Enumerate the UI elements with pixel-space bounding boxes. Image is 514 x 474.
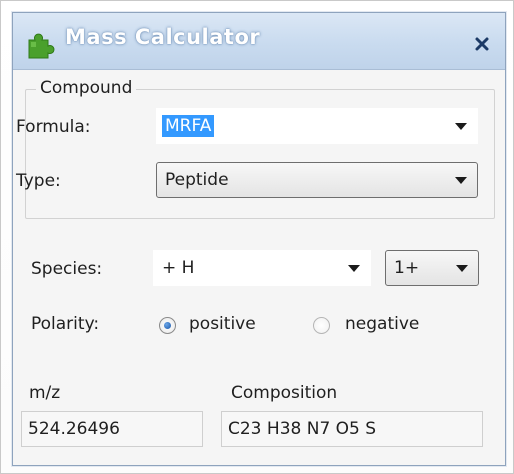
chevron-down-icon[interactable] [455,123,467,130]
positive-radio[interactable] [159,317,176,334]
polarity-label: Polarity: [31,314,100,334]
chevron-down-icon[interactable] [456,265,468,272]
species-value: + H [162,258,195,278]
formula-value[interactable]: MRFA [162,115,215,137]
puzzle-piece-icon [25,30,55,60]
type-value: Peptide [165,170,229,190]
charge-value: 1+ [394,258,420,278]
radio-selected-dot [164,322,171,329]
type-combo[interactable]: Peptide [156,162,478,198]
chevron-down-icon[interactable] [348,265,360,272]
composition-readout[interactable]: C23 H38 N7 O5 S [221,411,483,447]
positive-label[interactable]: positive [189,314,256,334]
formula-label: Formula: [16,117,91,137]
chevron-down-icon[interactable] [455,177,467,184]
charge-combo[interactable]: 1+ [385,250,479,286]
window-title: Mass Calculator [65,25,261,49]
type-label: Type: [16,171,61,191]
negative-radio[interactable] [313,317,330,334]
title-bar[interactable]: Mass Calculator [13,13,505,70]
mz-value: 524.26496 [28,419,120,439]
mass-calculator-window: Mass Calculator Compound Formula: MRFA T… [12,12,506,466]
composition-value: C23 H38 N7 O5 S [228,419,377,439]
close-button[interactable] [471,33,493,55]
species-combo[interactable]: + H [153,250,371,286]
formula-combo[interactable]: MRFA [156,108,478,144]
negative-label[interactable]: negative [345,314,419,334]
species-label: Species: [31,259,103,279]
compound-group: Compound Formula: MRFA Type: Peptide [16,78,495,219]
close-icon [475,37,489,51]
compound-legend: Compound [36,78,137,98]
mz-label: m/z [29,383,61,403]
composition-label: Composition [231,383,338,403]
mz-readout[interactable]: 524.26496 [21,411,203,447]
